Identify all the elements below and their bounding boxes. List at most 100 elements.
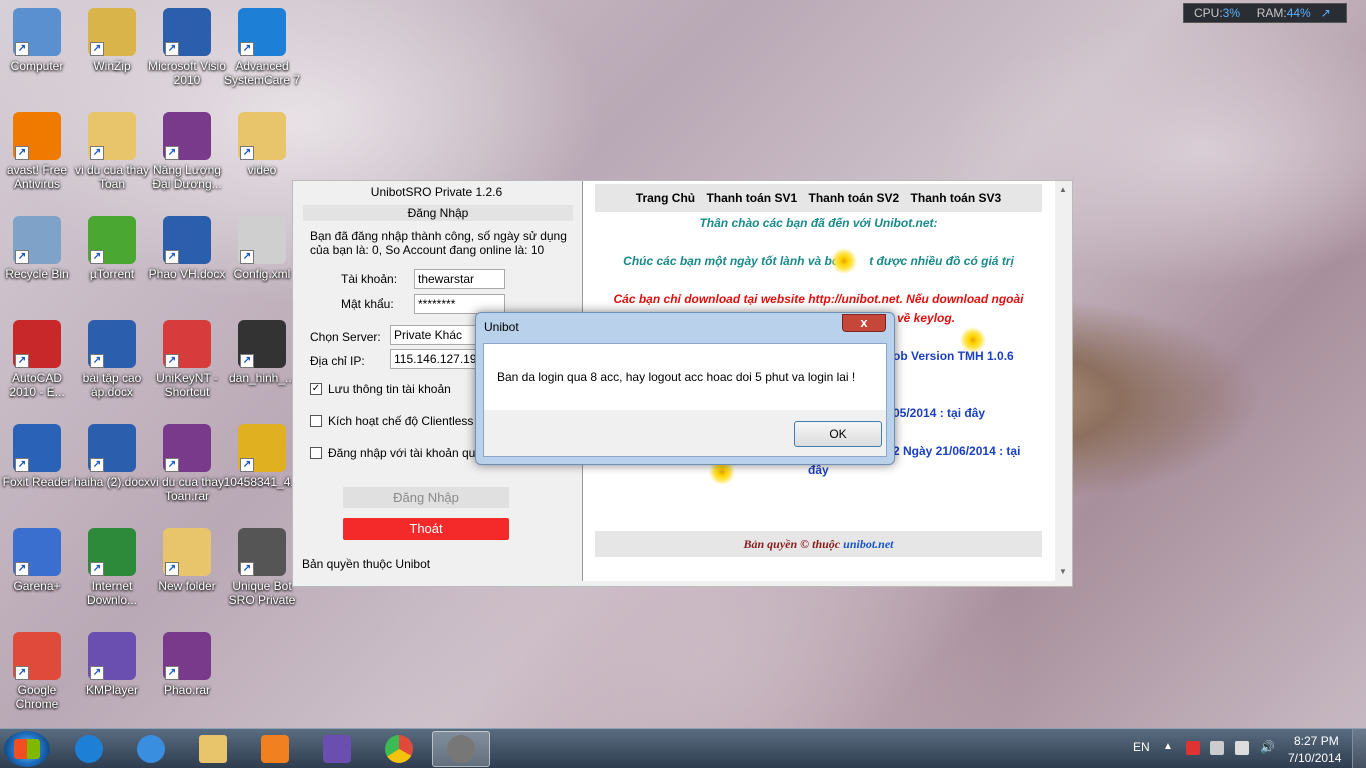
taskbar-systemcare[interactable] <box>60 731 118 767</box>
download-line-2-tail[interactable]: đây <box>808 463 848 477</box>
shortcut-arrow-icon: ↗ <box>15 250 29 264</box>
desktop-icon[interactable]: ↗ dan_hinh_... <box>222 320 302 385</box>
desktop-icon[interactable]: ↗ Năng Lượng Đại Dương... <box>147 112 227 191</box>
checkbox-icon[interactable] <box>310 415 322 427</box>
download-line-2-text: 2 Ngày 21/06/2014 : <box>893 444 1007 458</box>
desktop-icon[interactable]: ↗ vi du cua thay Toan <box>72 112 152 191</box>
desktop-icon[interactable]: ↗ Foxit Reader <box>0 424 77 489</box>
shortcut-arrow-icon: ↗ <box>15 666 29 680</box>
shortcut-arrow-icon: ↗ <box>240 250 254 264</box>
desktop-icon[interactable]: ↗ UniKeyNT - Shortcut <box>147 320 227 399</box>
desktop-icon[interactable]: ↗ Advanced SystemCare 7 <box>222 8 302 87</box>
desktop-icon[interactable]: ↗ haiha (2).docx <box>72 424 152 489</box>
desktop-icon[interactable]: ↗ Google Chrome <box>0 632 77 711</box>
save-info-checkbox[interactable]: ✓ Lưu thông tin tài khoản <box>310 382 451 396</box>
action-center-icon[interactable] <box>1210 741 1224 755</box>
desktop-icon-label: vi du cua thay Toan.rar <box>149 475 225 503</box>
desktop-icon[interactable]: ↗ Unique Bot SRO Private <box>222 528 302 607</box>
nav-link-payment-sv3[interactable]: Thanh toán SV3 <box>911 191 1002 205</box>
checkbox-checked-icon[interactable]: ✓ <box>310 383 322 395</box>
shortcut-arrow-icon: ↗ <box>15 354 29 368</box>
desktop-icon[interactable]: ↗ Computer <box>0 8 77 73</box>
desktop-icon[interactable]: ↗ bài tập cao áp.docx <box>72 320 152 399</box>
utorrent-icon: ↗ <box>88 216 136 264</box>
desktop-icon[interactable]: ↗ New folder <box>147 528 227 593</box>
image-file-icon: ↗ <box>238 424 286 472</box>
account-label: Tài khoản: <box>341 272 398 286</box>
desktop-icon-label: AutoCAD 2010 - E... <box>9 371 65 399</box>
cpu-ram-widget[interactable]: CPU:3% RAM:44% ↗ <box>1183 3 1347 23</box>
network-icon[interactable] <box>1235 741 1249 755</box>
taskbar-chrome[interactable] <box>370 731 428 767</box>
exit-button[interactable]: Thoát <box>343 518 509 540</box>
login-info-text: Bạn đã đăng nhập thành công, số ngày sử … <box>310 229 567 257</box>
taskbar-windows-explorer[interactable] <box>184 731 242 767</box>
taskbar-internet-explorer[interactable] <box>122 731 180 767</box>
garena-icon: ↗ <box>13 528 61 576</box>
vertical-scrollbar[interactable]: ▲ ▼ <box>1055 181 1072 581</box>
desktop-icon-label: Recycle Bin <box>5 267 69 281</box>
foxit-icon: ↗ <box>13 424 61 472</box>
nav-link-home[interactable]: Trang Chủ <box>636 191 695 205</box>
desktop-icon[interactable]: ↗ WinZip <box>72 8 152 73</box>
taskbar-media-player[interactable] <box>246 731 304 767</box>
desktop-icon[interactable]: ↗ Recycle Bin <box>0 216 77 281</box>
desktop-icon[interactable]: ↗ AutoCAD 2010 - E... <box>0 320 77 399</box>
footer-link[interactable]: unibot.net <box>843 537 893 551</box>
shortcut-arrow-icon: ↗ <box>240 354 254 368</box>
taskbar-unibot[interactable] <box>432 731 490 767</box>
download-link-1[interactable]: tại đây <box>947 406 985 420</box>
desktop-icon[interactable]: ↗ Phao.rar <box>147 632 227 697</box>
ip-label: Địa chỉ IP: <box>310 354 365 368</box>
desktop-icon[interactable]: ↗ Microsoft Visio 2010 <box>147 8 227 87</box>
taskbar-visio[interactable] <box>308 731 366 767</box>
start-button[interactable] <box>4 731 50 767</box>
desktop-icon[interactable]: ↗ Config.xml <box>222 216 302 281</box>
desktop-icon[interactable]: ↗ KMPlayer <box>72 632 152 697</box>
media-player-icon <box>261 735 289 763</box>
cpu-label: CPU: <box>1194 6 1223 20</box>
dialog-close-button[interactable]: x <box>842 314 886 332</box>
clock-time[interactable]: 8:27 PM <box>1294 734 1339 748</box>
login-other-checkbox[interactable]: Đăng nhập với tài khoản qu <box>310 446 475 460</box>
shortcut-arrow-icon: ↗ <box>15 146 29 160</box>
checkbox-icon[interactable] <box>310 447 322 459</box>
show-desktop-button[interactable] <box>1352 729 1366 768</box>
dialog-body: Ban da login qua 8 acc, hay logout acc h… <box>483 343 887 457</box>
clientless-checkbox[interactable]: Kích hoạt chế độ Clientless <box>310 414 473 428</box>
account-input[interactable]: thewarstar <box>414 269 505 289</box>
desktop-icon-label: KMPlayer <box>85 683 138 697</box>
desktop-icon[interactable]: ↗ avast! Free Antivirus <box>0 112 77 191</box>
desktop-icon[interactable]: ↗ vi du cua thay Toan.rar <box>147 424 227 503</box>
password-input[interactable]: ******** <box>414 294 505 314</box>
desktop-icon[interactable]: ↗ Internet Downlo... <box>72 528 152 607</box>
dialog-ok-button[interactable]: OK <box>794 421 882 447</box>
show-hidden-icons[interactable]: ▲ <box>1163 741 1173 752</box>
expand-arrow-icon[interactable]: ↗ <box>1321 6 1331 20</box>
desktop-icon[interactable]: ↗ video <box>222 112 302 177</box>
desktop-icon-label: bài tập cao áp.docx <box>82 371 142 399</box>
desktop-icon[interactable]: ↗ Phao VH.docx <box>147 216 227 281</box>
login-button[interactable]: Đăng Nhập <box>343 487 509 508</box>
visio-icon: ↗ <box>163 8 211 56</box>
word-doc-icon: ↗ <box>163 216 211 264</box>
scroll-up-icon[interactable]: ▲ <box>1059 185 1067 194</box>
scroll-down-icon[interactable]: ▼ <box>1059 567 1067 576</box>
desktop-icon-label: Config.xml <box>233 267 291 281</box>
desktop-icon-label: µTorrent <box>89 267 135 281</box>
desktop-icon[interactable]: ↗ 10458341_4... <box>222 424 302 489</box>
download-link-2[interactable]: tại <box>1006 444 1020 458</box>
nav-link-payment-sv2[interactable]: Thanh toán SV2 <box>809 191 900 205</box>
shortcut-arrow-icon: ↗ <box>15 562 29 576</box>
autocad-icon: ↗ <box>13 320 61 368</box>
desktop-icon[interactable]: ↗ Garena+ <box>0 528 77 593</box>
security-icon[interactable] <box>1186 741 1200 755</box>
word-doc-icon: ↗ <box>88 424 136 472</box>
desktop-icon-label: Unique Bot SRO Private <box>228 579 296 607</box>
volume-icon[interactable]: 🔊 <box>1260 740 1275 754</box>
nav-link-payment-sv1[interactable]: Thanh toán SV1 <box>706 191 797 205</box>
login-section-header: Đăng Nhập <box>303 205 573 221</box>
desktop-icon[interactable]: ↗ µTorrent <box>72 216 152 281</box>
language-indicator[interactable]: EN <box>1133 740 1150 754</box>
clock-date[interactable]: 7/10/2014 <box>1288 751 1341 765</box>
